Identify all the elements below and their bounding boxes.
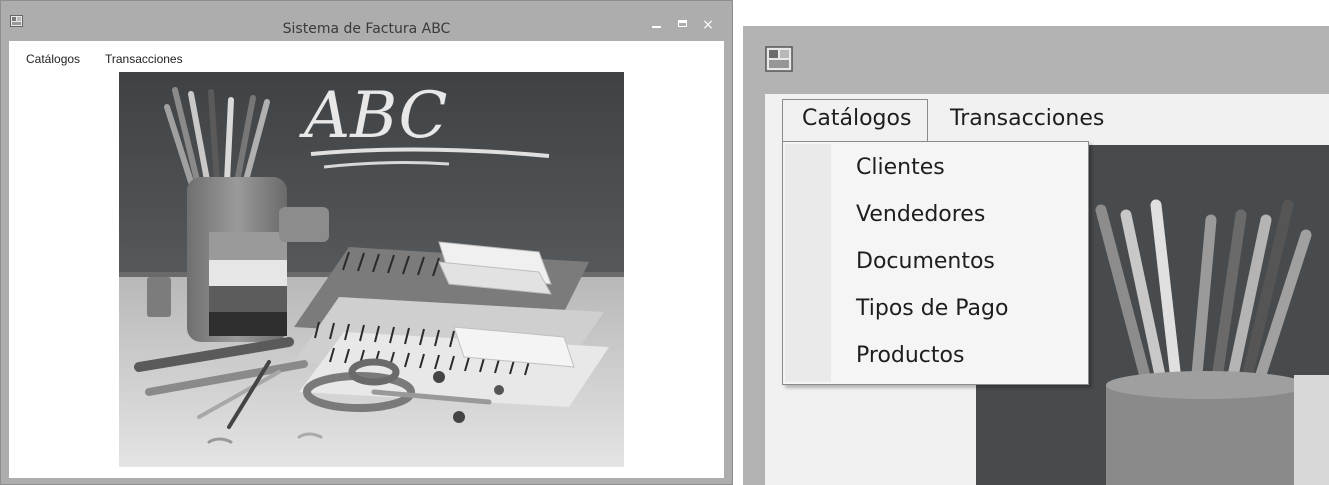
zoomed-window: Catálogos Transacciones Clientes Vendedo… [743,26,1329,485]
catalogos-dropdown-menu: Clientes Vendedores Documentos Tipos de … [782,141,1089,385]
svg-text:ABC: ABC [299,79,447,153]
menu-transacciones[interactable]: Transacciones [950,106,1104,132]
title-bar[interactable]: Sistema de Factura ABC × [1,1,732,41]
menu-bar: Catálogos Transacciones [9,41,724,71]
app-window-icon[interactable] [765,46,793,72]
dropdown-icon-gutter [785,144,831,382]
main-window: Sistema de Factura ABC × Catálogos Trans… [0,0,733,485]
client-area: Catálogos Transacciones ABC [9,41,724,478]
maximize-button[interactable] [673,17,691,33]
zoomed-client-area: Catálogos Transacciones Clientes Vendedo… [765,94,1329,485]
menu-catalogos[interactable]: Catálogos [26,52,80,66]
menu-item-documentos[interactable]: Documentos [856,249,1076,279]
chalkboard-abc: ABC [299,79,447,153]
minimize-button[interactable] [647,17,665,33]
zoomed-menu-bar: Catálogos Transacciones [765,94,1329,142]
school-supplies-photo: ABC [119,72,624,467]
minimize-icon [651,26,661,28]
window-title: Sistema de Factura ABC [282,21,451,37]
close-button[interactable]: × [699,17,717,33]
menu-item-clientes[interactable]: Clientes [856,155,1076,185]
menu-item-vendedores[interactable]: Vendedores [856,202,1076,232]
menu-item-productos[interactable]: Productos [856,343,1076,373]
menu-item-tipos-de-pago[interactable]: Tipos de Pago [856,296,1076,326]
menu-transacciones[interactable]: Transacciones [105,52,183,66]
menu-catalogos[interactable]: Catálogos [802,106,911,132]
maximize-icon [677,20,687,27]
